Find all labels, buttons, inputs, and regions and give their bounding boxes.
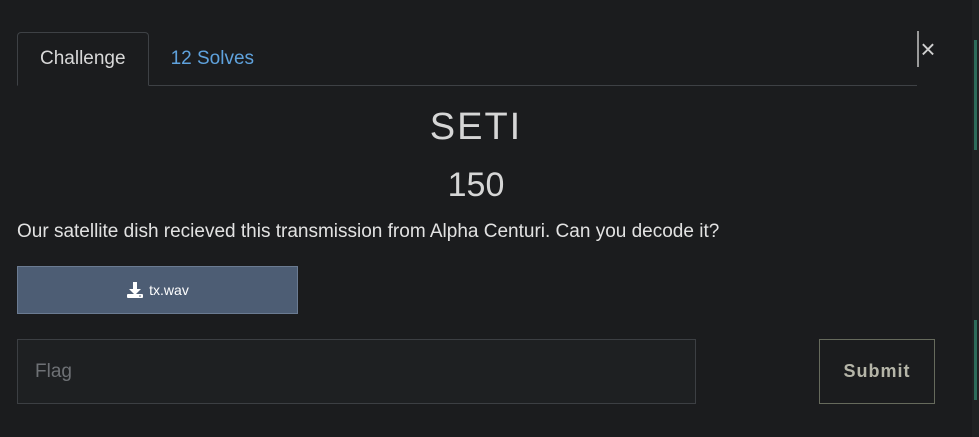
flag-input[interactable] <box>17 339 696 404</box>
right-edge-strip <box>972 0 979 437</box>
challenge-points: 150 <box>447 166 505 204</box>
submit-button[interactable]: Submit <box>819 339 935 404</box>
edge-marker <box>974 40 977 150</box>
tab-solves[interactable]: 12 Solves <box>149 32 276 85</box>
file-name: tx.wav <box>149 282 189 298</box>
close-icon: × <box>920 34 936 64</box>
challenge-title: SETI <box>429 106 523 148</box>
edge-marker <box>974 320 977 400</box>
challenge-description: Our satellite dish recieved this transmi… <box>17 221 720 242</box>
download-file-button[interactable]: tx.wav <box>17 266 298 314</box>
close-button[interactable]: × <box>917 31 937 67</box>
tab-challenge[interactable]: Challenge <box>17 32 149 86</box>
challenge-tabs: Challenge 12 Solves <box>17 32 917 86</box>
download-icon <box>127 282 144 298</box>
